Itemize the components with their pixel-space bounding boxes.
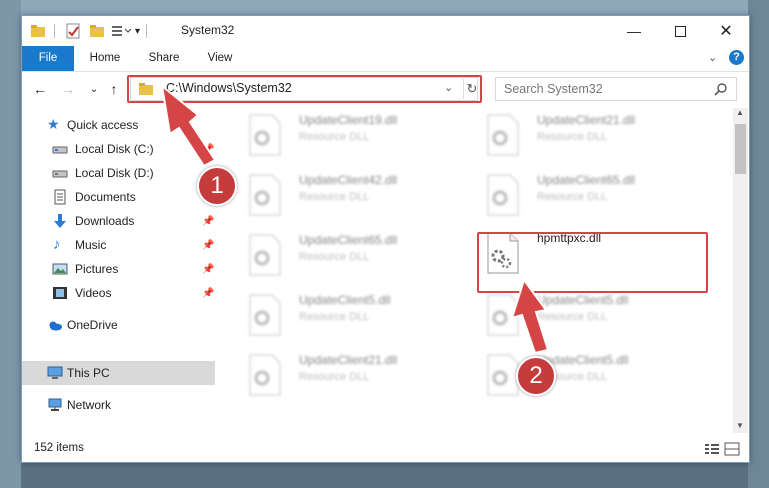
step-1-badge: 1	[197, 166, 237, 206]
arrow-to-file	[510, 277, 550, 355]
annotation-arrows	[160, 83, 550, 355]
arrow-to-address	[160, 83, 217, 168]
step-2-badge: 2	[516, 356, 556, 396]
